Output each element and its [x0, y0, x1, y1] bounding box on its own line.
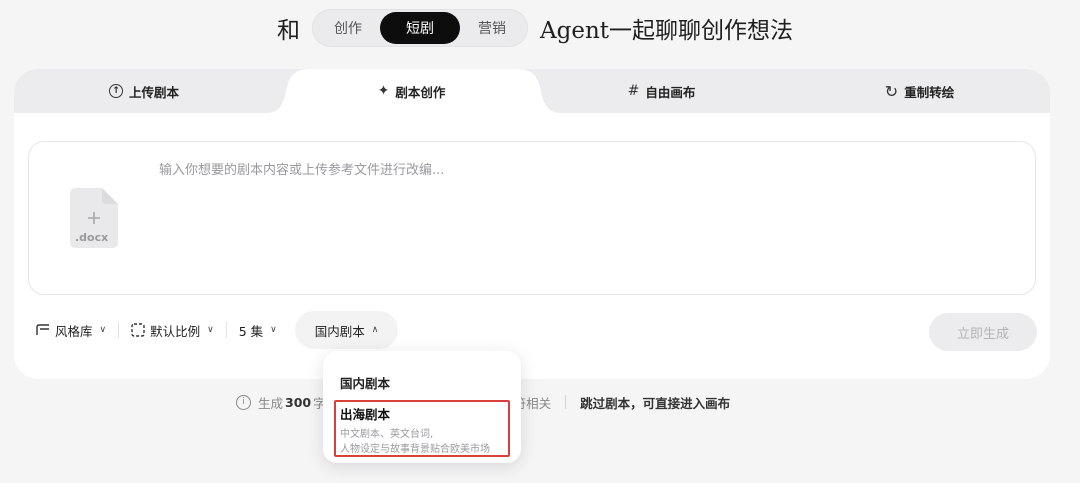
- hash-icon: #: [627, 83, 640, 99]
- overseas-desc-line2: 人物设定与故事背景贴合欧美市场: [340, 444, 490, 455]
- upload-icon: ↑: [108, 84, 123, 98]
- episodes-button[interactable]: 5 集 ∨: [227, 311, 289, 349]
- style-library-button[interactable]: 风格库 ∨: [24, 311, 118, 349]
- tab-label: 重制转绘: [904, 84, 955, 100]
- mode-tab-short-drama[interactable]: 短剧: [380, 12, 460, 44]
- script-input-placeholder: 输入你想要的剧本内容或上传参考文件进行改编...: [159, 163, 445, 178]
- aspect-ratio-icon: [131, 323, 145, 337]
- dropdown-option-domestic[interactable]: 国内剧本: [340, 373, 390, 392]
- mode-tab-marketing[interactable]: 营销: [460, 12, 524, 44]
- tab-label: 自由画布: [645, 84, 696, 100]
- hint-prefix: 生成: [258, 395, 284, 411]
- script-region-select[interactable]: 国内剧本 ∧: [294, 311, 399, 349]
- info-icon: i: [236, 394, 251, 410]
- refresh-icon: ↻: [884, 81, 899, 101]
- tab-bar: ↑ 上传剧本 ✦ 剧本创作 # 自由画布 ↻ 重制转绘: [14, 69, 1050, 113]
- divider: [565, 395, 567, 409]
- chevron-down-icon: ∨: [99, 325, 107, 335]
- hint-amount: 300: [285, 394, 312, 410]
- header: 和 创作 短剧 营销 Agent一起聊聊创作想法: [0, 8, 1080, 48]
- chevron-up-icon: ∧: [371, 325, 379, 335]
- tab-free-canvas[interactable]: # 自由画布: [534, 69, 789, 113]
- sparkle-icon: ✦: [377, 83, 390, 99]
- header-prefix: 和: [277, 18, 300, 44]
- tab-script-creation[interactable]: ✦ 剧本创作: [284, 69, 539, 113]
- mode-tab-create[interactable]: 创作: [316, 12, 380, 44]
- aspect-ratio-button[interactable]: 默认比例 ∨: [119, 311, 226, 349]
- style-library-icon: [36, 324, 49, 335]
- main-card: ↑ 上传剧本 ✦ 剧本创作 # 自由画布 ↻ 重制转绘 输入你想要的剧本内容或上…: [14, 69, 1050, 379]
- script-input-area[interactable]: 输入你想要的剧本内容或上传参考文件进行改编... .docx: [28, 141, 1036, 295]
- tab-remake-redraw[interactable]: ↻ 重制转绘: [789, 69, 1050, 113]
- mode-switcher: 创作 短剧 营销: [312, 9, 528, 47]
- script-region-dropdown: 国内剧本 出海剧本 中文剧本、英文台词, 人物设定与故事背景贴合欧美市场: [323, 351, 521, 463]
- episodes-label: 5 集: [238, 323, 264, 339]
- aspect-ratio-label: 默认比例: [150, 323, 201, 339]
- dropdown-option-overseas[interactable]: 出海剧本 中文剧本、英文台词, 人物设定与故事背景贴合欧美市场: [340, 404, 490, 457]
- overseas-title: 出海剧本: [340, 407, 391, 422]
- tab-label: 剧本创作: [395, 84, 446, 100]
- docx-label: .docx: [75, 231, 109, 244]
- overseas-desc-line1: 中文剧本、英文台词,: [340, 429, 434, 440]
- tab-label: 上传剧本: [128, 84, 179, 100]
- style-library-label: 风格库: [55, 323, 93, 339]
- header-suffix: Agent一起聊聊创作想法: [540, 18, 793, 44]
- tab-upload-script[interactable]: ↑ 上传剧本: [14, 69, 274, 113]
- skip-script-link[interactable]: 跳过剧本，可直接进入画布: [580, 393, 730, 412]
- chevron-down-icon: ∨: [270, 325, 277, 335]
- generation-toolbar: 风格库 ∨ 默认比例 ∨ 5 集 ∨ 国内剧本 ∧: [24, 311, 399, 349]
- chevron-down-icon: ∨: [207, 325, 214, 335]
- script-region-label: 国内剧本: [314, 323, 365, 339]
- generate-now-button[interactable]: 立即生成: [929, 313, 1037, 351]
